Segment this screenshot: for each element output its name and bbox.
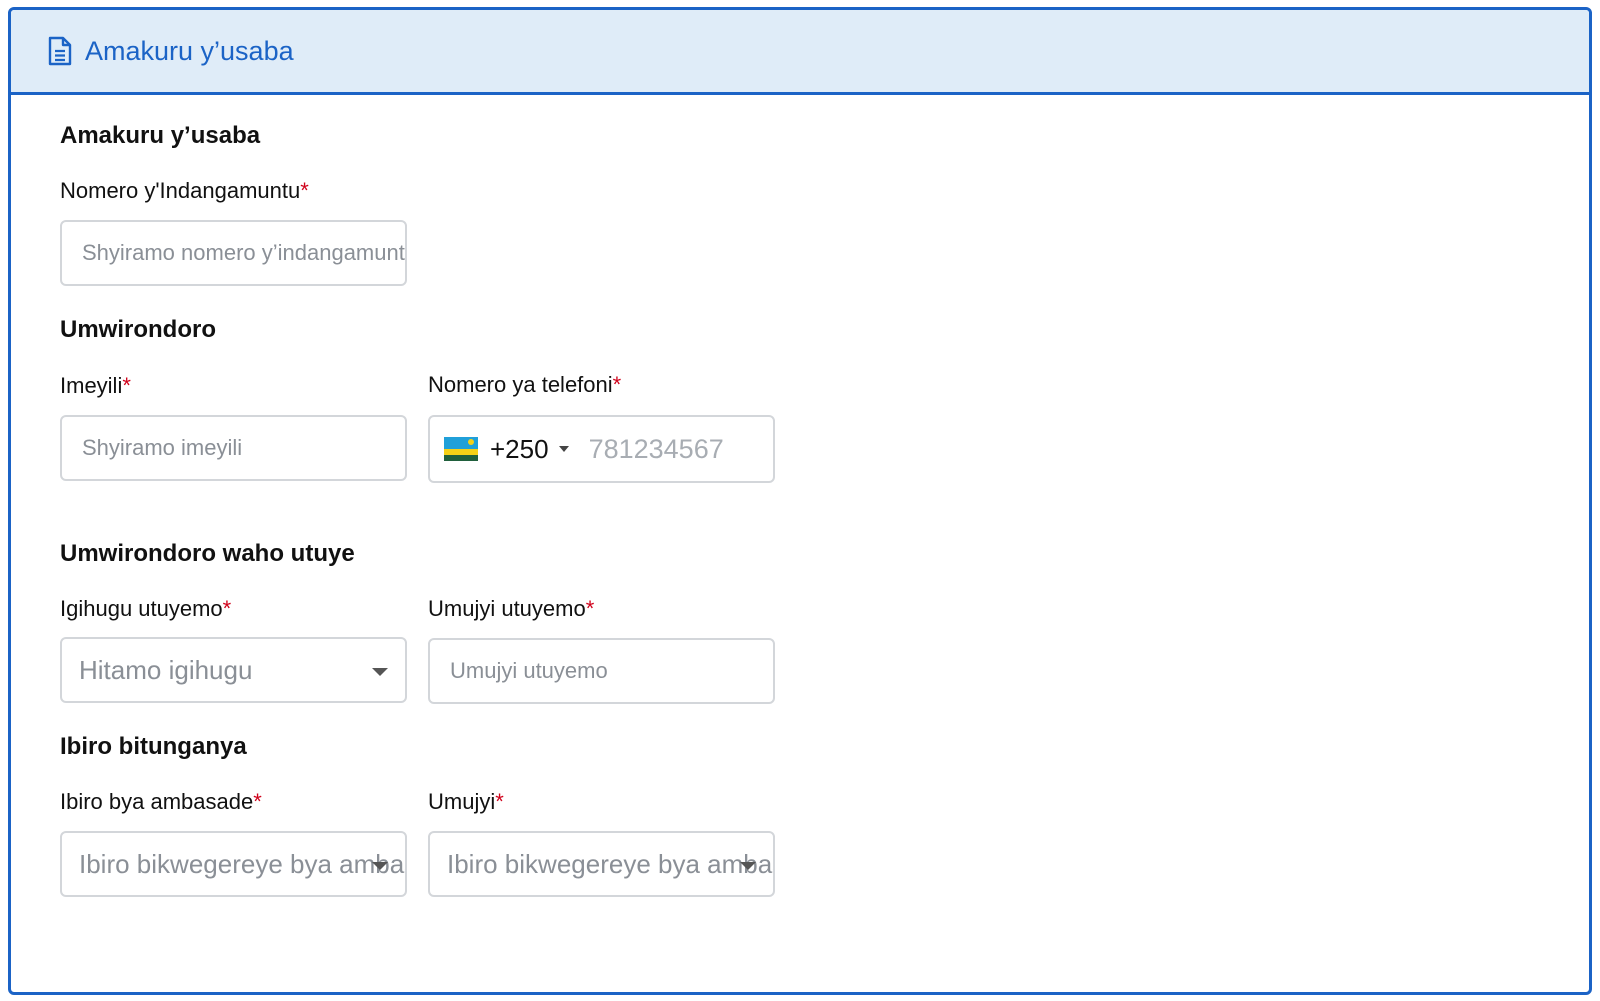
section-title-applicant: Amakuru y’usaba <box>60 122 261 149</box>
residence-city-input[interactable]: Umujyi utuyemo <box>428 638 775 704</box>
processing-city-placeholder: Ibiro bikwegereye bya ambasade <box>447 848 773 879</box>
required-marker: * <box>122 373 131 398</box>
phone-input[interactable]: +250 781234567 <box>428 415 775 483</box>
residence-city-label: Umujyi utuyemo* <box>428 596 595 621</box>
rwanda-flag-icon[interactable] <box>444 437 478 461</box>
document-icon <box>47 36 73 66</box>
required-marker: * <box>495 789 504 814</box>
residence-city-placeholder: Umujyi utuyemo <box>450 658 608 683</box>
country-placeholder: Hitamo igihugu <box>79 654 253 685</box>
embassy-label: Ibiro bya ambasade* <box>60 789 262 814</box>
required-marker: * <box>253 789 262 814</box>
chevron-down-icon[interactable] <box>558 446 569 452</box>
chevron-down-icon <box>740 862 756 870</box>
required-marker: * <box>300 178 309 203</box>
section-title-contact: Umwirondoro <box>60 316 216 343</box>
embassy-placeholder: Ibiro bikwegereye bya ambasade <box>79 848 405 879</box>
embassy-select[interactable]: Ibiro bikwegereye bya ambasade <box>60 831 407 897</box>
required-marker: * <box>612 372 622 397</box>
country-code[interactable]: +250 <box>490 434 549 465</box>
processing-city-select[interactable]: Ibiro bikwegereye bya ambasade <box>428 831 775 897</box>
national-id-label: Nomero y'Indangamuntu* <box>60 178 309 203</box>
country-select[interactable]: Hitamo igihugu <box>60 637 407 703</box>
card-title: Amakuru y’usaba <box>85 35 294 66</box>
national-id-input[interactable]: Shyiramo nomero y’indangamuntu <box>60 220 407 286</box>
chevron-down-icon <box>372 668 388 676</box>
email-label: Imeyili* <box>60 373 131 398</box>
card-header: Amakuru y’usaba <box>11 10 1589 95</box>
section-title-processing: Ibiro bitunganya <box>60 733 247 760</box>
required-marker: * <box>585 596 595 621</box>
processing-city-label: Umujyi* <box>428 789 504 814</box>
phone-label: Nomero ya telefoni* <box>428 372 622 397</box>
section-title-residence: Umwirondoro waho utuye <box>60 540 355 567</box>
required-marker: * <box>222 596 232 621</box>
chevron-down-icon <box>372 862 388 870</box>
national-id-placeholder: Shyiramo nomero y’indangamuntu <box>82 240 407 265</box>
phone-placeholder: 781234567 <box>588 433 724 464</box>
email-input[interactable]: Shyiramo imeyili <box>60 415 407 481</box>
country-label: Igihugu utuyemo* <box>60 596 232 621</box>
email-placeholder: Shyiramo imeyili <box>82 435 243 460</box>
